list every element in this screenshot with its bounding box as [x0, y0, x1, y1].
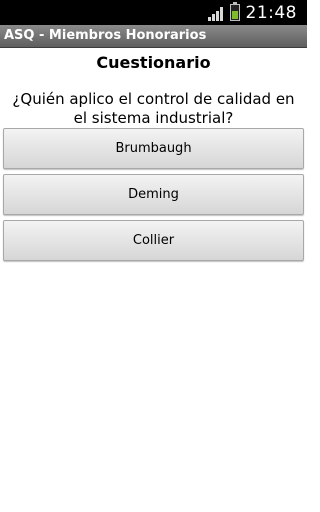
battery-icon [229, 2, 240, 21]
status-bar: 21:48 [0, 0, 307, 25]
answer-label: Brumbaugh [115, 141, 192, 156]
battery-level [231, 11, 238, 19]
signal-icon [207, 5, 224, 21]
app-title-bar: ASQ - Miembros Honorarios [0, 25, 307, 48]
answer-button-collier[interactable]: Collier [3, 220, 304, 261]
status-clock: 21:48 [245, 2, 297, 23]
answer-button-deming[interactable]: Deming [3, 174, 304, 215]
page-title: Cuestionario [96, 53, 211, 72]
status-icons: 21:48 [207, 0, 298, 25]
question-text: ¿Quién aplico el control de calidad en e… [12, 90, 295, 127]
answer-button-brumbaugh[interactable]: Brumbaugh [3, 128, 304, 169]
app-title: ASQ - Miembros Honorarios [4, 28, 207, 43]
answer-label: Collier [132, 233, 175, 248]
answer-label: Deming [128, 187, 179, 202]
